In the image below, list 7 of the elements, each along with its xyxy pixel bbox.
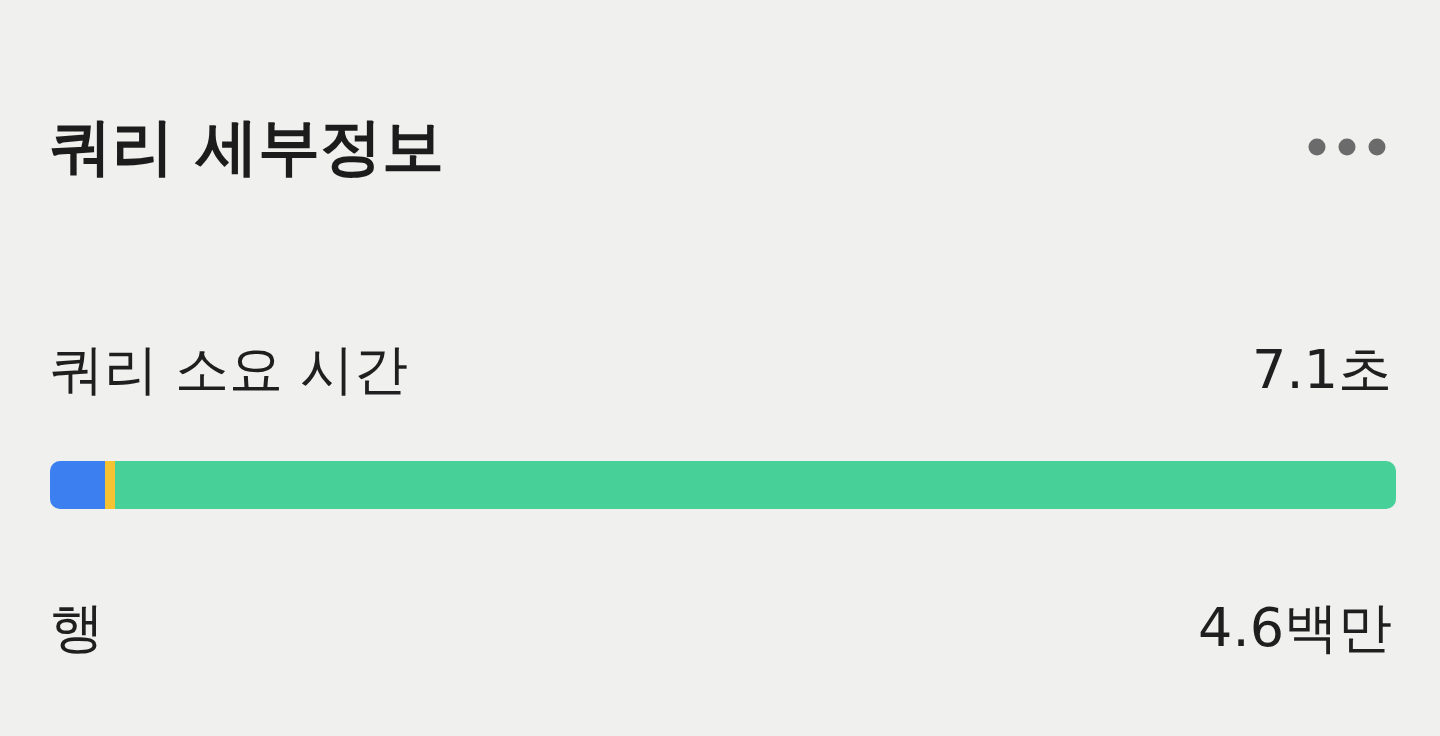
metric-label: 행 [50, 595, 104, 661]
metric-value: 7.1초 [1252, 337, 1392, 403]
metric-label: 쿼리 소요 시간 [50, 337, 409, 403]
more-button[interactable] [1308, 138, 1386, 156]
more-icon [1308, 138, 1386, 156]
panel-title: 쿼리 세부정보 [50, 109, 444, 185]
metric-value: 4.6백만 [1198, 595, 1392, 661]
